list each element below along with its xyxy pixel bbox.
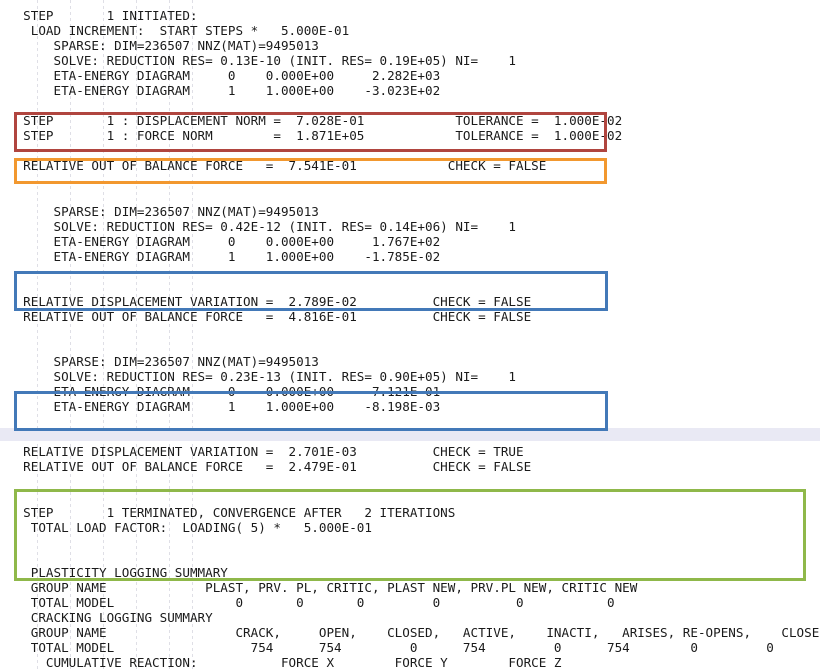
iteration-1-convergence-box — [14, 271, 608, 311]
iteration-2-convergence-box — [14, 391, 608, 431]
solver-log-output: STEP 1 INITIATED: LOAD INCREMENT: START … — [0, 0, 820, 669]
relative-out-of-balance-force-box — [14, 158, 607, 184]
displacement-force-norm-box — [14, 112, 607, 152]
logging-summary-box — [14, 489, 806, 581]
